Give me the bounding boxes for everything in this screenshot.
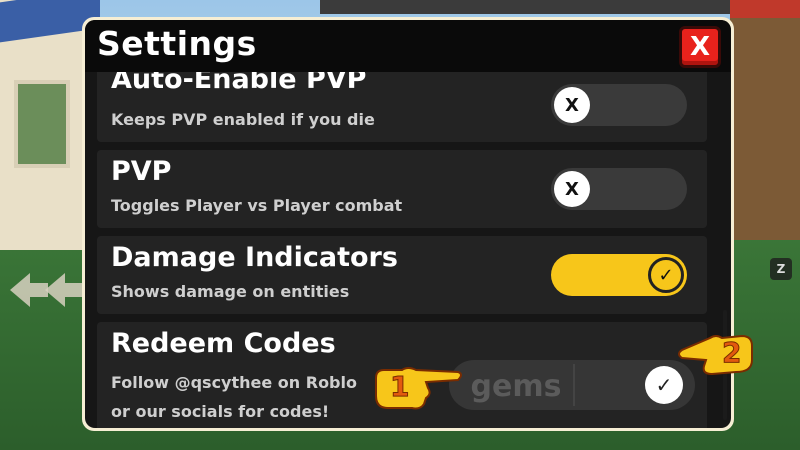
redeem-description-line2: or our socials for codes!	[111, 402, 330, 421]
setting-description: Shows damage on entities	[111, 282, 350, 301]
redeem-description-line1: Follow @qscythee on Roblo	[111, 373, 357, 392]
marker-number: 2	[721, 336, 742, 370]
window-title: Settings	[97, 24, 257, 63]
marker-number: 1	[389, 370, 410, 404]
redeem-title: Redeem Codes	[111, 328, 336, 359]
setting-description: Keeps PVP enabled if you die	[111, 110, 375, 129]
redeem-code-box: ✓	[449, 360, 695, 410]
setting-row-pvp: PVP Toggles Player vs Player combat X	[97, 150, 707, 228]
setting-row-damage-indicators: Damage Indicators Shows damage on entiti…	[97, 236, 707, 314]
code-divider	[573, 364, 575, 406]
toggle-on-check-icon: ✓	[648, 257, 684, 293]
annotation-marker-1: 1	[372, 364, 464, 414]
pointing-hand-icon	[678, 334, 753, 376]
top-hud-bar	[320, 0, 740, 14]
toggle-off-x-icon: X	[554, 87, 590, 123]
setting-row-auto-enable-pvp: Auto-Enable PVP Keeps PVP enabled if you…	[97, 72, 707, 142]
auto-enable-pvp-toggle[interactable]: X	[551, 84, 687, 126]
close-button[interactable]: X	[679, 26, 721, 68]
pointing-hand-icon	[375, 367, 462, 410]
house-door	[14, 80, 70, 168]
shop-stall	[730, 0, 800, 240]
annotation-marker-2: 2	[676, 330, 756, 380]
pvp-toggle[interactable]: X	[551, 168, 687, 210]
house-building	[0, 0, 100, 250]
shop-roof	[730, 0, 800, 18]
ground-arrows	[10, 273, 83, 307]
setting-title: PVP	[111, 156, 172, 187]
title-bar: Settings X	[85, 20, 731, 72]
setting-title: Damage Indicators	[111, 242, 398, 273]
toggle-off-x-icon: X	[554, 171, 590, 207]
setting-title: Auto-Enable PVP	[111, 72, 367, 95]
damage-indicators-toggle[interactable]: ✓	[551, 254, 687, 296]
key-hint-badge: Z	[770, 258, 792, 280]
setting-description: Toggles Player vs Player combat	[111, 196, 403, 215]
redeem-code-input[interactable]	[455, 363, 577, 409]
